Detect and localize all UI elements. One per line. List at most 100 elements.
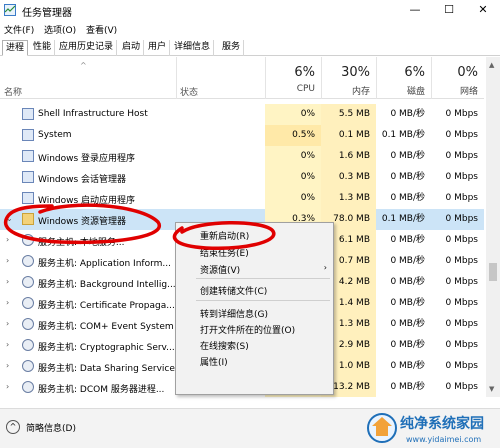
memory-cell: 1.3 MB <box>321 188 376 209</box>
memory-cell: 0.3 MB <box>321 167 376 188</box>
cpu-cell: 0% <box>265 146 321 167</box>
disk-cell: 0 MB/秒 <box>390 172 425 182</box>
network-cell: 0 Mbps <box>445 235 478 245</box>
network-cell: 0 Mbps <box>445 361 478 371</box>
scroll-down-icon[interactable]: ▼ <box>489 385 494 393</box>
network-cell: 0 Mbps <box>445 319 478 329</box>
header-memory-label: 内存 <box>351 87 370 97</box>
disk-cell: 0 MB/秒 <box>390 382 425 392</box>
chevron-right-icon[interactable]: › <box>6 361 9 370</box>
minimize-button[interactable]: — <box>398 0 432 20</box>
table-row[interactable]: Windows 启动应用程序 0% 1.3 MB 0 MB/秒 0 Mbps <box>0 188 484 209</box>
gear-icon <box>22 255 34 267</box>
vertical-scrollbar[interactable]: ▲ ▼ <box>486 57 500 397</box>
process-name: 服务主机: COM+ Event System <box>38 322 174 332</box>
process-name: 服务主机: Cryptographic Serv... <box>38 343 175 353</box>
scroll-thumb[interactable] <box>489 263 497 281</box>
menu-divider <box>196 300 330 301</box>
watermark-url: www.yidaimei.com <box>406 435 482 444</box>
window-title: 任务管理器 <box>22 8 72 19</box>
tab-processes[interactable]: 进程 <box>2 40 29 56</box>
disk-cell: 0 MB/秒 <box>390 235 425 245</box>
menu-properties[interactable]: 属性(I) <box>200 355 228 368</box>
gear-icon <box>22 360 34 372</box>
watermark-logo-icon <box>367 413 397 443</box>
network-cell: 0 Mbps <box>445 256 478 266</box>
process-name: 服务主机: Background Intellig... <box>38 280 176 290</box>
disk-cell: 0.1 MB/秒 <box>381 214 425 224</box>
process-name: 服务主机: 本地服务... <box>38 238 125 248</box>
gear-icon <box>22 339 34 351</box>
chevron-right-icon[interactable]: › <box>6 298 9 307</box>
title-bar: 任务管理器 — ☐ ✕ <box>0 0 500 20</box>
table-row[interactable]: Shell Infrastructure Host 0% 5.5 MB 0 MB… <box>0 104 484 125</box>
chevron-down-icon[interactable]: ⌄ <box>6 214 13 223</box>
sort-indicator: ^ <box>80 61 87 70</box>
cpu-cell: 0% <box>265 104 321 125</box>
maximize-button[interactable]: ☐ <box>432 0 466 20</box>
tab-details[interactable]: 详细信息 <box>171 40 215 56</box>
process-name: Windows 启动应用程序 <box>38 196 136 206</box>
chevron-right-icon[interactable]: › <box>6 340 9 349</box>
tab-performance[interactable]: 性能 <box>30 40 56 56</box>
context-menu: 重新启动(R) 结束任务(E) 资源值(V) › 创建转储文件(C) 转到详细信… <box>175 222 334 395</box>
table-row[interactable]: System 0.5% 0.1 MB 0.1 MB/秒 0 Mbps <box>0 125 484 146</box>
chevron-right-icon[interactable]: › <box>6 382 9 391</box>
menu-search-online[interactable]: 在线搜索(S) <box>200 339 249 352</box>
network-cell: 0 Mbps <box>445 340 478 350</box>
table-header: ^ 名称 状态 6% CPU 30% 内存 6% 磁盘 0% 网络 <box>0 57 484 99</box>
menu-options[interactable]: 选项(O) <box>44 23 76 36</box>
tab-app-history[interactable]: 应用历史记录 <box>56 40 118 56</box>
menu-open-location[interactable]: 打开文件所在的位置(O) <box>200 323 295 336</box>
chevron-right-icon[interactable]: › <box>6 256 9 265</box>
menu-restart[interactable]: 重新启动(R) <box>200 229 249 242</box>
gear-icon <box>22 234 34 246</box>
network-cell: 0 Mbps <box>445 298 478 308</box>
disk-cell: 0 MB/秒 <box>390 109 425 119</box>
tab-users[interactable]: 用户 <box>145 40 171 56</box>
chevron-right-icon[interactable]: › <box>6 235 9 244</box>
chevron-right-icon[interactable]: › <box>6 319 9 328</box>
menu-resource-values[interactable]: 资源值(V) <box>200 263 240 276</box>
process-name: 服务主机: Data Sharing Service <box>38 364 175 374</box>
fewer-details-link[interactable]: 简略信息(D) <box>26 421 76 434</box>
header-network[interactable]: 0% 网络 <box>431 57 484 99</box>
disk-cell: 0.1 MB/秒 <box>381 130 425 140</box>
task-manager-icon <box>4 4 16 16</box>
network-cell: 0 Mbps <box>445 214 478 224</box>
header-status[interactable]: 状态 <box>180 85 198 98</box>
header-memory[interactable]: 30% 内存 <box>321 57 376 99</box>
close-button[interactable]: ✕ <box>466 0 500 20</box>
tab-startup[interactable]: 启动 <box>119 40 145 56</box>
scroll-up-icon[interactable]: ▲ <box>489 61 494 69</box>
process-icon <box>22 129 34 141</box>
network-cell: 0 Mbps <box>445 130 478 140</box>
menu-divider <box>196 278 330 279</box>
header-disk[interactable]: 6% 磁盘 <box>376 57 431 99</box>
menu-file[interactable]: 文件(F) <box>4 23 34 36</box>
network-cell: 0 Mbps <box>445 277 478 287</box>
cpu-cell: 0.5% <box>265 125 321 146</box>
disk-cell: 0 MB/秒 <box>390 340 425 350</box>
table-row[interactable]: Windows 登录应用程序 0% 1.6 MB 0 MB/秒 0 Mbps <box>0 146 484 167</box>
process-name: 服务主机: Certificate Propaga... <box>38 301 175 311</box>
memory-cell: 5.5 MB <box>321 104 376 125</box>
menu-goto-details[interactable]: 转到详细信息(G) <box>200 307 268 320</box>
process-icon <box>22 108 34 120</box>
chevron-right-icon[interactable]: › <box>6 277 9 286</box>
gear-icon <box>22 381 34 393</box>
menu-view[interactable]: 查看(V) <box>86 23 117 36</box>
watermark-name: 纯净系统家园 <box>400 416 484 432</box>
menu-create-dump[interactable]: 创建转储文件(C) <box>200 284 267 297</box>
header-cpu[interactable]: 6% CPU <box>265 57 321 99</box>
collapse-icon[interactable]: ^ <box>6 420 20 434</box>
table-row[interactable]: Windows 会话管理器 0% 0.3 MB 0 MB/秒 0 Mbps <box>0 167 484 188</box>
disk-cell: 0 MB/秒 <box>390 298 425 308</box>
header-name[interactable]: 名称 <box>4 85 22 98</box>
process-name: System <box>38 130 72 140</box>
tab-services[interactable]: 服务 <box>219 40 245 56</box>
process-name: Shell Infrastructure Host <box>38 109 148 119</box>
disk-cell: 0 MB/秒 <box>390 193 425 203</box>
menu-end-task[interactable]: 结束任务(E) <box>200 246 249 259</box>
gear-icon <box>22 318 34 330</box>
